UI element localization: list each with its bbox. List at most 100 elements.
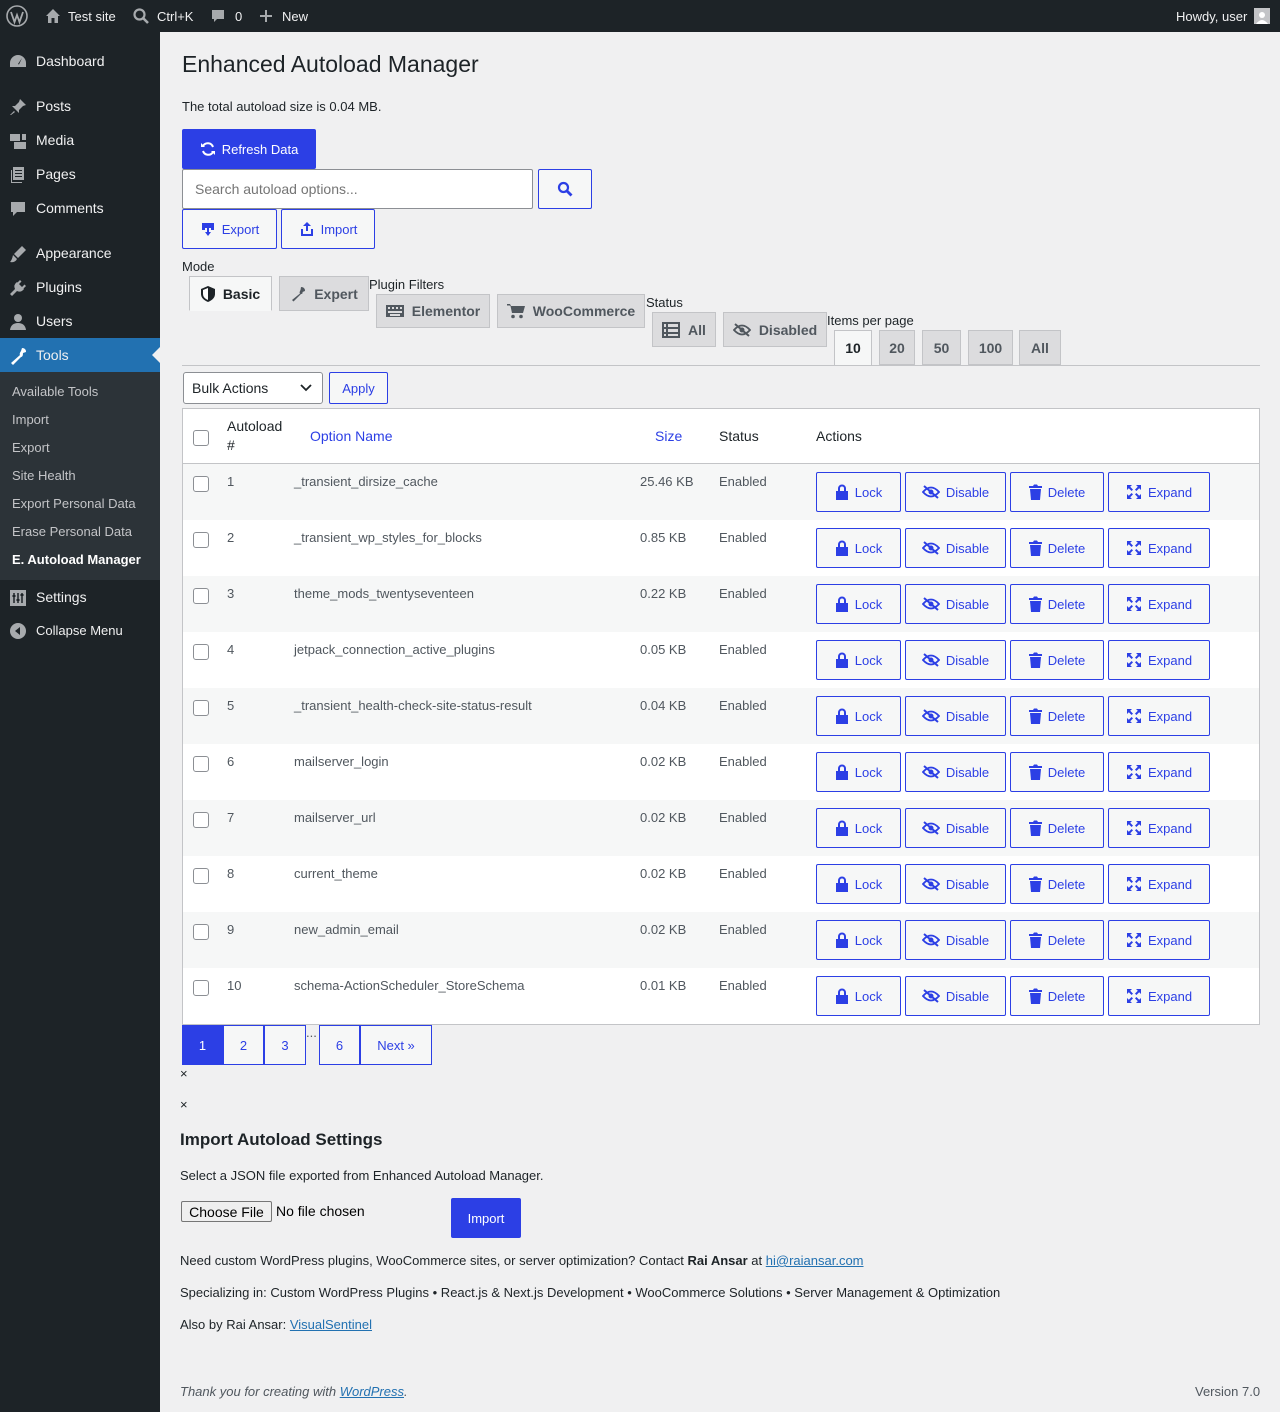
- expand-button[interactable]: Expand: [1108, 752, 1210, 792]
- page-1[interactable]: 1: [182, 1025, 223, 1065]
- delete-button[interactable]: Delete: [1010, 528, 1104, 568]
- lock-button[interactable]: Lock: [816, 864, 901, 904]
- tab-status-all[interactable]: All: [652, 312, 716, 347]
- new-content-menu[interactable]: New: [258, 0, 308, 32]
- close-icon[interactable]: ×: [180, 1097, 188, 1112]
- tab-basic[interactable]: Basic: [189, 276, 272, 311]
- delete-button[interactable]: Delete: [1010, 864, 1104, 904]
- command-palette[interactable]: Ctrl+K: [132, 0, 193, 32]
- tab-elementor[interactable]: Elementor: [376, 294, 490, 328]
- submenu-erase-personal-data[interactable]: Erase Personal Data: [12, 524, 132, 539]
- menu-media[interactable]: Media: [0, 123, 160, 157]
- submenu-site-health[interactable]: Site Health: [12, 468, 76, 483]
- wordpress-logo-icon[interactable]: [6, 0, 28, 32]
- submenu-available-tools[interactable]: Available Tools: [12, 384, 98, 399]
- submenu-autoload-manager[interactable]: E. Autoload Manager: [12, 552, 141, 567]
- header-size[interactable]: Size: [655, 428, 682, 444]
- choose-file-button[interactable]: Choose File: [181, 1201, 272, 1222]
- disable-button[interactable]: Disable: [905, 864, 1006, 904]
- wordpress-link[interactable]: WordPress: [340, 1384, 404, 1399]
- page-6[interactable]: 6: [319, 1025, 360, 1065]
- email-link[interactable]: hi@raiansar.com: [766, 1253, 864, 1268]
- row-checkbox[interactable]: [193, 924, 209, 940]
- expand-button[interactable]: Expand: [1108, 472, 1210, 512]
- menu-posts[interactable]: Posts: [0, 89, 160, 123]
- delete-button[interactable]: Delete: [1010, 696, 1104, 736]
- expand-button[interactable]: Expand: [1108, 920, 1210, 960]
- per-page-all[interactable]: All: [1019, 330, 1061, 365]
- disable-button[interactable]: Disable: [905, 752, 1006, 792]
- tab-status-disabled[interactable]: Disabled: [723, 312, 827, 347]
- lock-button[interactable]: Lock: [816, 696, 901, 736]
- apply-button[interactable]: Apply: [329, 372, 388, 404]
- bulk-actions-select[interactable]: Bulk Actions: [183, 372, 323, 404]
- lock-button[interactable]: Lock: [816, 584, 901, 624]
- lock-button[interactable]: Lock: [816, 808, 901, 848]
- row-checkbox[interactable]: [193, 868, 209, 884]
- page-3[interactable]: 3: [264, 1025, 306, 1065]
- next-page[interactable]: Next »: [360, 1025, 432, 1065]
- delete-button[interactable]: Delete: [1010, 472, 1104, 512]
- menu-tools[interactable]: Tools: [0, 338, 160, 372]
- delete-button[interactable]: Delete: [1010, 920, 1104, 960]
- expand-button[interactable]: Expand: [1108, 528, 1210, 568]
- disable-button[interactable]: Disable: [905, 808, 1006, 848]
- menu-users[interactable]: Users: [0, 304, 160, 338]
- account-menu[interactable]: Howdy, user: [1176, 0, 1271, 32]
- search-button[interactable]: [538, 169, 592, 209]
- expand-button[interactable]: Expand: [1108, 864, 1210, 904]
- expand-button[interactable]: Expand: [1108, 640, 1210, 680]
- disable-button[interactable]: Disable: [905, 920, 1006, 960]
- delete-button[interactable]: Delete: [1010, 976, 1104, 1016]
- page-2[interactable]: 2: [223, 1025, 264, 1065]
- refresh-data-button[interactable]: Refresh Data: [182, 129, 316, 169]
- tab-woocommerce[interactable]: WooCommerce: [497, 294, 645, 328]
- row-checkbox[interactable]: [193, 532, 209, 548]
- import-submit-button[interactable]: Import: [451, 1198, 521, 1238]
- per-page-20[interactable]: 20: [879, 330, 915, 365]
- menu-pages[interactable]: Pages: [0, 157, 160, 191]
- disable-button[interactable]: Disable: [905, 584, 1006, 624]
- row-checkbox[interactable]: [193, 812, 209, 828]
- disable-button[interactable]: Disable: [905, 640, 1006, 680]
- site-menu[interactable]: Test site: [44, 0, 116, 32]
- select-all-checkbox[interactable]: [193, 430, 209, 446]
- submenu-export-personal-data[interactable]: Export Personal Data: [12, 496, 136, 511]
- submenu-import[interactable]: Import: [12, 412, 49, 427]
- import-button[interactable]: Import: [281, 209, 375, 249]
- row-checkbox[interactable]: [193, 644, 209, 660]
- tab-expert[interactable]: Expert: [279, 276, 369, 311]
- lock-button[interactable]: Lock: [816, 528, 901, 568]
- visualsentinel-link[interactable]: VisualSentinel: [290, 1317, 372, 1332]
- close-icon[interactable]: ×: [180, 1066, 188, 1081]
- menu-plugins[interactable]: Plugins: [0, 270, 160, 304]
- row-checkbox[interactable]: [193, 476, 209, 492]
- header-option-name[interactable]: Option Name: [310, 428, 392, 444]
- disable-button[interactable]: Disable: [905, 976, 1006, 1016]
- lock-button[interactable]: Lock: [816, 640, 901, 680]
- expand-button[interactable]: Expand: [1108, 976, 1210, 1016]
- menu-appearance[interactable]: Appearance: [0, 236, 160, 270]
- menu-collapse[interactable]: Collapse Menu: [0, 613, 160, 647]
- expand-button[interactable]: Expand: [1108, 584, 1210, 624]
- search-input[interactable]: [182, 169, 533, 209]
- menu-comments[interactable]: Comments: [0, 191, 160, 225]
- submenu-export[interactable]: Export: [12, 440, 50, 455]
- disable-button[interactable]: Disable: [905, 528, 1006, 568]
- disable-button[interactable]: Disable: [905, 696, 1006, 736]
- lock-button[interactable]: Lock: [816, 976, 901, 1016]
- lock-button[interactable]: Lock: [816, 472, 901, 512]
- expand-button[interactable]: Expand: [1108, 808, 1210, 848]
- menu-settings[interactable]: Settings: [0, 580, 160, 614]
- row-checkbox[interactable]: [193, 588, 209, 604]
- lock-button[interactable]: Lock: [816, 920, 901, 960]
- delete-button[interactable]: Delete: [1010, 640, 1104, 680]
- delete-button[interactable]: Delete: [1010, 584, 1104, 624]
- per-page-50[interactable]: 50: [922, 330, 961, 365]
- row-checkbox[interactable]: [193, 756, 209, 772]
- export-button[interactable]: Export: [182, 209, 277, 249]
- row-checkbox[interactable]: [193, 980, 209, 996]
- per-page-10[interactable]: 10: [834, 330, 872, 366]
- expand-button[interactable]: Expand: [1108, 696, 1210, 736]
- comments-link[interactable]: 0: [209, 0, 242, 32]
